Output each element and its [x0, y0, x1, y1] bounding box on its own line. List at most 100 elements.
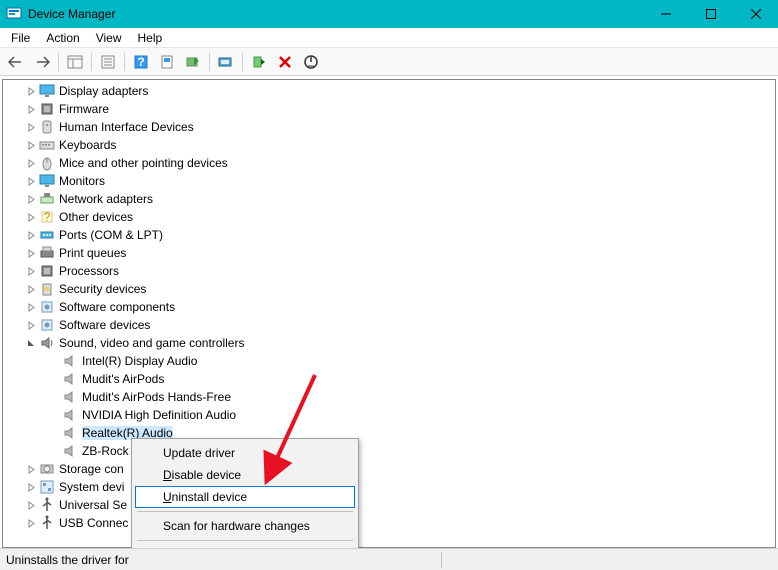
context-menu-item[interactable]: Uninstall device — [135, 486, 355, 508]
tree-category[interactable]: Human Interface Devices — [3, 118, 775, 136]
tree-category[interactable]: Security devices — [3, 280, 775, 298]
tree-category[interactable]: USB Connec — [3, 514, 775, 532]
window-title: Device Manager — [28, 7, 643, 21]
toolbar-separator — [124, 53, 125, 71]
action-button[interactable] — [155, 51, 179, 73]
menu-help[interactable]: Help — [131, 30, 170, 46]
storage-icon — [39, 461, 55, 477]
back-button[interactable] — [4, 51, 28, 73]
tree-category-label: Ports (COM & LPT) — [59, 228, 163, 242]
tree-device[interactable]: Realtek(R) Audio — [3, 424, 775, 442]
tree-category[interactable]: Firmware — [3, 100, 775, 118]
tree-category[interactable]: Software devices — [3, 316, 775, 334]
menubar: File Action View Help — [0, 28, 778, 48]
keyboard-icon — [39, 137, 55, 153]
context-menu-item[interactable]: Disable device — [135, 464, 355, 486]
chip-icon — [39, 101, 55, 117]
expand-icon[interactable] — [25, 517, 37, 529]
properties-button[interactable] — [96, 51, 120, 73]
expand-icon[interactable] — [25, 247, 37, 259]
tree-category-label: Keyboards — [59, 138, 116, 152]
toolbar-separator — [209, 53, 210, 71]
statusbar: Uninstalls the driver for — [0, 548, 778, 570]
system-icon — [39, 479, 55, 495]
tree-category[interactable]: Keyboards — [3, 136, 775, 154]
tree-category[interactable]: Display adapters — [3, 82, 775, 100]
tree-device-label: Mudit's AirPods Hands-Free — [82, 390, 231, 404]
tree-category[interactable]: Software components — [3, 298, 775, 316]
tree-category[interactable]: Storage con — [3, 460, 775, 478]
tree-category-label: Firmware — [59, 102, 109, 116]
audio-device-icon — [62, 353, 78, 369]
tree-category[interactable]: Print queues — [3, 244, 775, 262]
device-tree[interactable]: Display adapters Firmware Human Interface … — [3, 80, 775, 534]
expand-icon[interactable] — [25, 481, 37, 493]
tree-device[interactable]: Mudit's AirPods Hands-Free — [3, 388, 775, 406]
update-driver-button[interactable] — [181, 51, 205, 73]
audio-device-icon — [62, 443, 78, 459]
uninstall-device-button[interactable] — [273, 51, 297, 73]
port-icon — [39, 227, 55, 243]
tree-category[interactable]: Mice and other pointing devices — [3, 154, 775, 172]
tree-category-label: USB Connec — [59, 516, 128, 530]
tree-category[interactable]: ?Other devices — [3, 208, 775, 226]
expand-icon[interactable] — [25, 265, 37, 277]
expand-icon[interactable] — [25, 193, 37, 205]
titlebar: Device Manager — [0, 0, 778, 28]
context-menu-item[interactable]: Update driver — [135, 442, 355, 464]
close-button[interactable] — [733, 0, 778, 28]
usb-icon — [39, 497, 55, 513]
tree-category-label: Display adapters — [59, 84, 148, 98]
tree-device[interactable]: ZB-Rock — [3, 442, 775, 460]
tree-category-label: Processors — [59, 264, 119, 278]
tree-category[interactable]: Universal Se — [3, 496, 775, 514]
forward-button[interactable] — [30, 51, 54, 73]
tree-category-label: System devi — [59, 480, 124, 494]
disable-device-button[interactable] — [299, 51, 323, 73]
minimize-button[interactable] — [643, 0, 688, 28]
audio-device-icon — [62, 407, 78, 423]
tree-category[interactable]: System devi — [3, 478, 775, 496]
toolbar-separator — [91, 53, 92, 71]
menu-separator — [137, 511, 353, 512]
expand-icon[interactable] — [25, 319, 37, 331]
help-button[interactable]: ? — [129, 51, 153, 73]
menu-separator — [137, 540, 353, 541]
expand-icon[interactable] — [25, 103, 37, 115]
tree-category[interactable]: Sound, video and game controllers — [3, 334, 775, 352]
maximize-button[interactable] — [688, 0, 733, 28]
tree-category[interactable]: Monitors — [3, 172, 775, 190]
tree-device[interactable]: NVIDIA High Definition Audio — [3, 406, 775, 424]
tree-category[interactable]: Ports (COM & LPT) — [3, 226, 775, 244]
scan-hardware-button[interactable] — [214, 51, 238, 73]
enable-device-button[interactable] — [247, 51, 271, 73]
show-hide-tree-button[interactable] — [63, 51, 87, 73]
tree-category[interactable]: Processors — [3, 262, 775, 280]
svg-text:?: ? — [137, 55, 144, 69]
expand-icon[interactable] — [25, 283, 37, 295]
menu-action[interactable]: Action — [39, 30, 86, 46]
menu-file[interactable]: File — [4, 30, 37, 46]
expand-icon[interactable] — [25, 139, 37, 151]
collapse-icon[interactable] — [25, 337, 37, 349]
expand-icon[interactable] — [25, 85, 37, 97]
expand-icon[interactable] — [25, 121, 37, 133]
tree-category[interactable]: Network adapters — [3, 190, 775, 208]
expand-icon[interactable] — [25, 463, 37, 475]
tree-category-label: Network adapters — [59, 192, 153, 206]
tree-category-label: Security devices — [59, 282, 146, 296]
expand-icon[interactable] — [25, 157, 37, 169]
expand-icon[interactable] — [25, 301, 37, 313]
context-menu-item[interactable]: Scan for hardware changes — [135, 515, 355, 537]
expand-icon[interactable] — [25, 175, 37, 187]
tree-device[interactable]: Intel(R) Display Audio — [3, 352, 775, 370]
display-icon — [39, 83, 55, 99]
expand-icon[interactable] — [25, 211, 37, 223]
expand-icon[interactable] — [25, 229, 37, 241]
device-tree-pane: Display adapters Firmware Human Interface … — [2, 79, 776, 548]
toolbar-separator — [58, 53, 59, 71]
toolbar: ? — [0, 48, 778, 76]
expand-icon[interactable] — [25, 499, 37, 511]
tree-device[interactable]: Mudit's AirPods — [3, 370, 775, 388]
menu-view[interactable]: View — [89, 30, 129, 46]
